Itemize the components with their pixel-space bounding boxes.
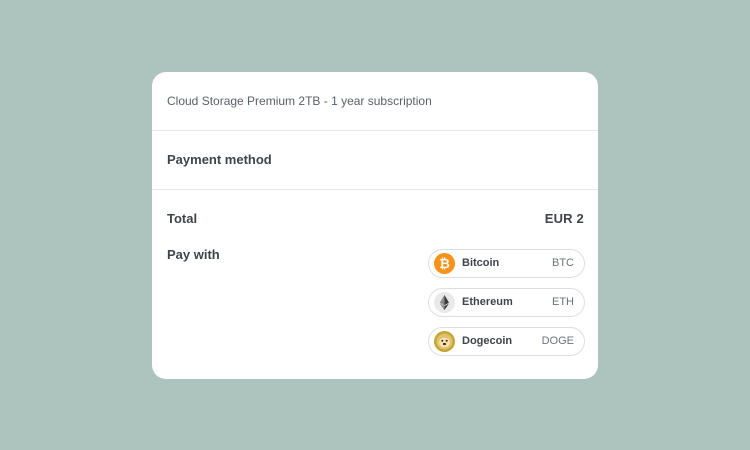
product-description: Cloud Storage Premium 2TB - 1 year subsc…	[167, 94, 432, 108]
pay-bitcoin-button[interactable]: ₿ Bitcoin BTC	[428, 249, 585, 278]
coin-name-dogecoin: Dogecoin	[462, 335, 513, 347]
pay-with-label: Pay with	[167, 247, 220, 262]
coin-name-bitcoin: Bitcoin	[462, 257, 500, 269]
total-value: EUR 2	[544, 211, 584, 226]
divider-top	[152, 130, 598, 131]
coin-ticker-ethereum: ETH	[552, 296, 574, 308]
coin-ticker-bitcoin: BTC	[552, 257, 574, 269]
total-label: Total	[167, 211, 198, 226]
divider-middle	[152, 189, 598, 190]
coin-ticker-dogecoin: DOGE	[541, 335, 574, 347]
coin-name-ethereum: Ethereum	[462, 296, 513, 308]
dogecoin-icon	[434, 331, 455, 352]
payment-method-title: Payment method	[167, 152, 272, 167]
ethereum-icon	[434, 292, 455, 313]
pay-dogecoin-button[interactable]: Dogecoin DOGE	[428, 327, 585, 356]
pay-ethereum-button[interactable]: Ethereum ETH	[428, 288, 585, 317]
svg-text:₿: ₿	[439, 257, 450, 272]
checkout-card: Cloud Storage Premium 2TB - 1 year subsc…	[152, 72, 598, 379]
bitcoin-icon: ₿	[434, 253, 455, 274]
